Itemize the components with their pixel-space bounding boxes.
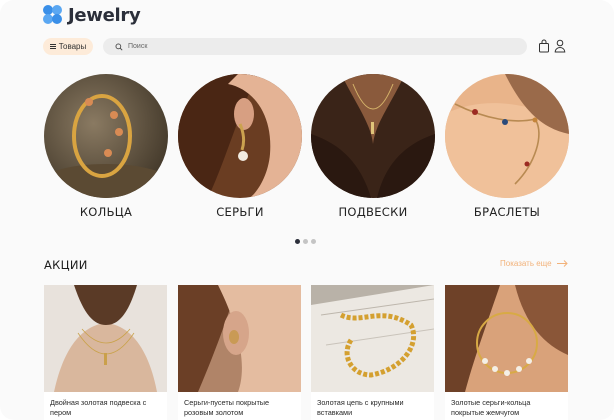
- arrow-right-icon: [556, 260, 568, 267]
- catalog-button[interactable]: Товары: [43, 38, 93, 55]
- category-pendants-image: [311, 74, 435, 198]
- user-profile-icon[interactable]: [554, 39, 566, 53]
- show-more-label: Показать еще: [500, 259, 552, 268]
- cart-bag-icon[interactable]: [538, 39, 550, 53]
- logo[interactable]: Jewelry: [43, 4, 141, 26]
- page: Jewelry Товары КОЛЬЦА: [0, 0, 614, 420]
- product-card[interactable]: Двойная золотая подвеска с пером: [44, 285, 167, 420]
- carousel-dot[interactable]: [311, 239, 316, 244]
- logo-mark-icon: [43, 5, 64, 25]
- menu-icon: [49, 44, 56, 49]
- product-image: [311, 285, 434, 392]
- search-icon: [115, 43, 123, 51]
- product-title: Серьги-пусеты покрытые розовым золотом: [184, 398, 270, 417]
- carousel-dot[interactable]: [303, 239, 308, 244]
- category-bracelets[interactable]: БРАСЛЕТЫ: [445, 74, 569, 219]
- category-rings-image: [44, 74, 168, 198]
- product-card[interactable]: Серьги-пусеты покрытые розовым золотом: [178, 285, 301, 420]
- category-label: СЕРЬГИ: [216, 205, 264, 219]
- logo-text: Jewelry: [68, 4, 141, 26]
- category-pendants[interactable]: ПОДВЕСКИ: [311, 74, 435, 219]
- category-label: БРАСЛЕТЫ: [473, 205, 541, 219]
- carousel-dot[interactable]: [295, 239, 300, 244]
- category-rings[interactable]: КОЛЬЦА: [44, 74, 168, 219]
- category-earrings[interactable]: СЕРЬГИ: [178, 74, 302, 219]
- carousel-pagination: [295, 239, 316, 244]
- product-title: Золотые серьги-кольца покрытые жемчугом: [451, 398, 531, 417]
- search-bar[interactable]: [103, 38, 527, 55]
- product-image: [44, 285, 167, 392]
- category-label: КОЛЬЦА: [79, 205, 133, 219]
- product-image: [445, 285, 568, 392]
- product-card[interactable]: Золотая цепь с крупными вставками: [311, 285, 434, 420]
- show-more-link[interactable]: Показать еще: [500, 259, 568, 268]
- category-bracelets-image: [445, 74, 569, 198]
- product-title: Двойная золотая подвеска с пером: [50, 398, 147, 417]
- product-title: Золотая цепь с крупными вставками: [317, 398, 404, 417]
- catalog-label: Товары: [58, 42, 87, 51]
- product-image: [178, 285, 301, 392]
- search-input[interactable]: [128, 43, 508, 50]
- category-label: ПОДВЕСКИ: [338, 205, 408, 219]
- section-title: АКЦИИ: [44, 258, 88, 272]
- category-earrings-image: [178, 74, 302, 198]
- product-card[interactable]: Золотые серьги-кольца покрытые жемчугом: [445, 285, 568, 420]
